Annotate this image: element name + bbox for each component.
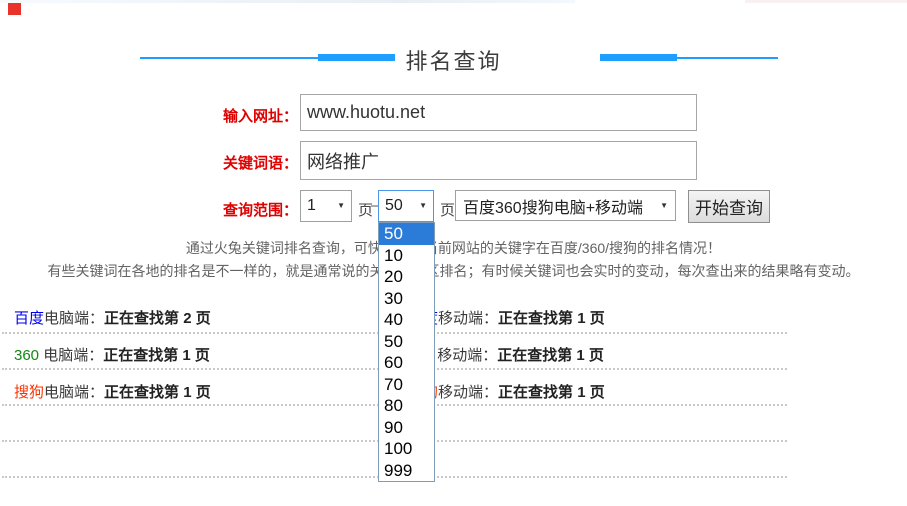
status-sogou-mobile: 搜狗移动端：正在查找第 1 页 <box>408 381 605 402</box>
device-label: 电脑端： <box>44 384 104 401</box>
status-baidu-mobile: 百度移动端：正在查找第 1 页 <box>408 307 605 328</box>
page-title: 排名查询 <box>0 44 907 76</box>
title-rule-thick-right <box>600 54 677 61</box>
chevron-down-icon: ▼ <box>419 202 427 210</box>
page-to-dropdown: 50 10 20 30 40 50 60 70 80 90 100 999 <box>378 222 435 482</box>
status-baidu-pc: 百度电脑端：正在查找第 2 页 <box>14 307 211 328</box>
dropdown-option[interactable]: 50 <box>379 331 434 353</box>
dropdown-option[interactable]: 10 <box>379 245 434 267</box>
status-360-pc: 360 电脑端：正在查找第 1 页 <box>14 344 210 365</box>
engine-scope-select[interactable]: 百度360搜狗电脑+移动端 ▼ <box>455 190 676 221</box>
page-to-select[interactable]: 50 ▼ <box>378 190 434 222</box>
dropdown-option[interactable]: 50 <box>379 223 434 245</box>
title-rule-thin-right <box>677 57 778 59</box>
engine-name: 百度 <box>14 310 44 327</box>
dropdown-option[interactable]: 100 <box>379 438 434 460</box>
page-from-value: 1 <box>307 197 316 215</box>
engine-name: 360 <box>14 347 39 364</box>
progress-text: 正在查找第 1 页 <box>498 310 605 327</box>
dropdown-option[interactable]: 70 <box>379 374 434 396</box>
chevron-down-icon: ▼ <box>337 202 345 210</box>
device-label: 移动端： <box>438 310 498 327</box>
status-sogou-pc: 搜狗电脑端：正在查找第 1 页 <box>14 381 211 402</box>
dropdown-option[interactable]: 80 <box>379 395 434 417</box>
progress-text: 正在查找第 1 页 <box>498 384 605 401</box>
progress-text: 正在查找第 1 页 <box>497 347 604 364</box>
top-edge-artifact-right <box>745 0 907 3</box>
dropdown-option[interactable]: 60 <box>379 352 434 374</box>
progress-text: 正在查找第 1 页 <box>103 347 210 364</box>
start-query-button[interactable]: 开始查询 <box>688 190 770 223</box>
device-label: 移动端： <box>438 384 498 401</box>
description-line-2: 有些关键词在各地的排名是不一样的，就是通常说的关键字地区排名；有时候关键词也会实… <box>0 261 907 281</box>
dropdown-option[interactable]: 30 <box>379 288 434 310</box>
keyword-input[interactable] <box>300 141 697 180</box>
device-label: 移动端： <box>433 347 497 364</box>
dropdown-option[interactable]: 20 <box>379 266 434 288</box>
page: 排名查询 输入网址： 关键词语： 查询范围： 1 ▼ 页 — 50 ▼ 页 百度… <box>0 0 907 506</box>
red-corner-marker <box>8 3 21 15</box>
chevron-down-icon: ▼ <box>660 202 668 210</box>
page-from-select[interactable]: 1 ▼ <box>300 190 352 222</box>
engine-scope-value: 百度360搜狗电脑+移动端 <box>463 194 643 218</box>
dropdown-option[interactable]: 40 <box>379 309 434 331</box>
range-label: 查询范围： <box>180 199 298 220</box>
page-to-unit: 页 <box>440 199 455 220</box>
status-360-mobile: 360 移动端：正在查找第 1 页 <box>408 344 604 365</box>
dropdown-option[interactable]: 999 <box>379 460 434 482</box>
page-to-value: 50 <box>385 197 403 215</box>
keyword-label: 关键词语： <box>180 152 298 173</box>
dropdown-option[interactable]: 90 <box>379 417 434 439</box>
device-label: 电脑端： <box>44 310 104 327</box>
progress-text: 正在查找第 2 页 <box>104 310 211 327</box>
url-input[interactable] <box>300 94 697 131</box>
description-line-1: 通过火兔关键词排名查询，可快速得到当前网站的关键字在百度/360/搜狗的排名情况… <box>0 238 907 258</box>
progress-text: 正在查找第 1 页 <box>104 384 211 401</box>
url-label: 输入网址： <box>180 105 298 126</box>
engine-name: 搜狗 <box>14 384 44 401</box>
top-edge-artifact <box>0 0 575 3</box>
device-label: 电脑端： <box>39 347 103 364</box>
